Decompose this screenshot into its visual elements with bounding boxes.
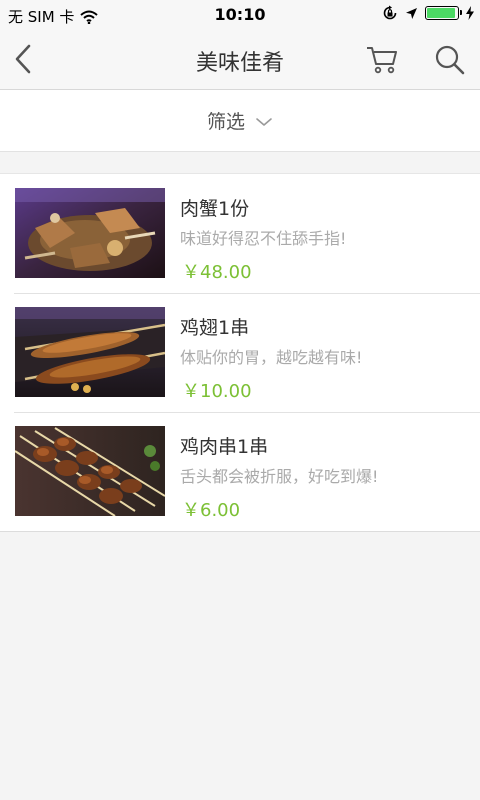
item-name: 肉蟹1份 — [180, 198, 250, 220]
item-name: 鸡翅1串 — [180, 317, 250, 339]
filter-label: 筛选 — [206, 111, 245, 133]
status-bar: 无 SIM 卡 10:10 — [0, 0, 480, 30]
filter-dropdown[interactable]: 筛选 — [0, 90, 480, 152]
page-title: 美味佳肴 — [195, 51, 284, 76]
location-arrow-icon — [406, 7, 417, 19]
search-button[interactable] — [432, 42, 468, 76]
search-icon — [435, 45, 465, 75]
item-price: ￥10.00 — [182, 381, 252, 402]
cart-icon — [367, 47, 397, 74]
battery-icon — [425, 6, 462, 20]
item-description: 舌头都会被折服，好吃到爆! — [180, 467, 379, 486]
battery-fill — [427, 8, 456, 18]
status-right — [382, 5, 474, 21]
item-description: 体贴你的胃，越吃越有味! — [180, 348, 363, 367]
charging-bolt-icon — [466, 6, 474, 20]
list-item[interactable]: 鸡肉串1串 舌头都会被折服，好吃到爆! ￥6.00 — [0, 412, 480, 531]
food-image-chicken-skewers — [15, 426, 165, 516]
item-price: ￥6.00 — [182, 500, 241, 521]
battery-tip — [460, 10, 462, 15]
item-description: 味道好得忍不住舔手指! — [180, 229, 347, 248]
item-price: ￥48.00 — [182, 262, 252, 283]
chevron-down-icon — [256, 117, 272, 126]
nav-bar: 美味佳肴 — [0, 30, 480, 90]
list-item[interactable]: 肉蟹1份 味道好得忍不住舔手指! ￥48.00 — [0, 174, 480, 293]
cart-button[interactable] — [364, 42, 400, 76]
food-image-chicken-wings — [15, 307, 165, 397]
item-name: 鸡肉串1串 — [180, 436, 269, 458]
list-item[interactable]: 鸡翅1串 体贴你的胃，越吃越有味! ￥10.00 — [0, 293, 480, 412]
food-list: 肉蟹1份 味道好得忍不住舔手指! ￥48.00 鸡翅1串 体贴你的胃，越吃越有味… — [0, 173, 480, 532]
food-image-crab — [15, 188, 165, 278]
rotation-lock-icon — [383, 5, 397, 20]
